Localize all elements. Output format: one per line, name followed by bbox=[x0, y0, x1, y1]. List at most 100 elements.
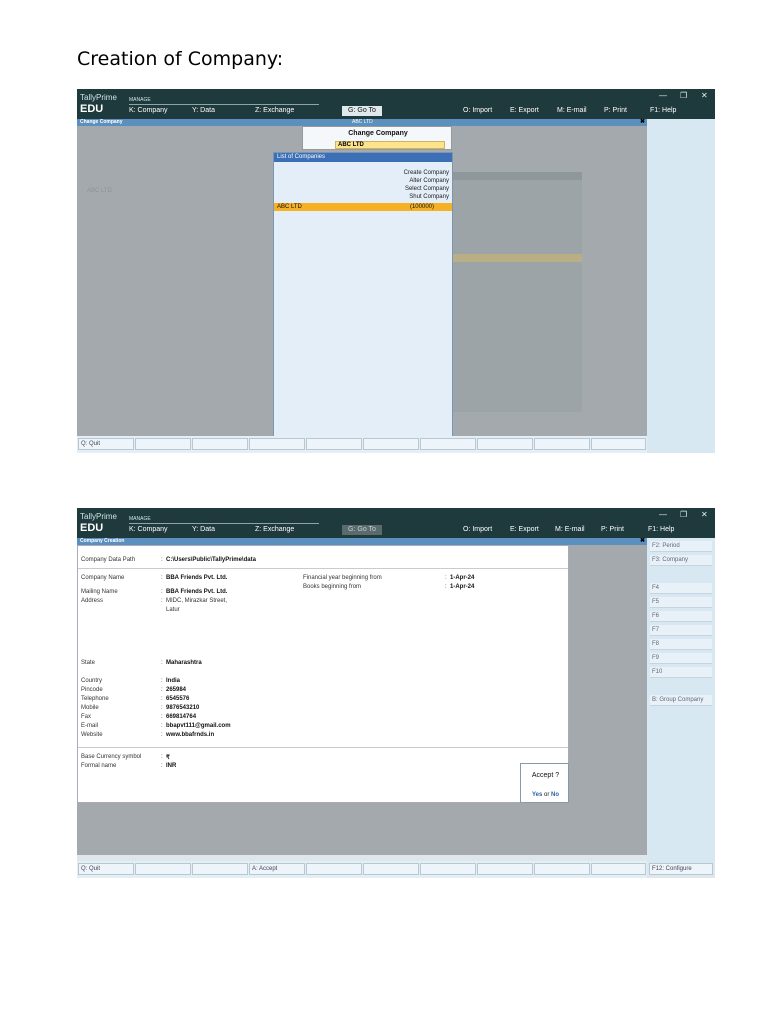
divider bbox=[129, 104, 319, 105]
quit-button[interactable]: Q: Quit bbox=[78, 438, 134, 450]
f6-button[interactable]: F6 bbox=[650, 611, 712, 622]
restore-icon[interactable]: ❐ bbox=[680, 91, 687, 100]
books-value[interactable]: 1-Apr-24 bbox=[450, 584, 474, 590]
colon: : bbox=[161, 763, 163, 769]
group-company-button[interactable]: B: Group Company bbox=[650, 695, 712, 706]
currency-symbol-label: Base Currency symbol bbox=[81, 754, 142, 760]
address-line-2[interactable]: Latur bbox=[166, 607, 180, 613]
fax-value[interactable]: 669814764 bbox=[166, 714, 196, 720]
goto-button[interactable]: G: Go To bbox=[342, 106, 382, 116]
menu-company[interactable]: K: Company bbox=[129, 526, 168, 533]
address-line-1[interactable]: MIDC, Mirazkar Street, bbox=[166, 598, 227, 604]
menu-company[interactable]: K: Company bbox=[129, 107, 168, 114]
shut-company-item[interactable]: Shut Company bbox=[409, 194, 449, 200]
blank-key bbox=[591, 438, 646, 450]
close-icon[interactable]: ✖ bbox=[640, 537, 645, 544]
country-value[interactable]: India bbox=[166, 678, 180, 684]
accept-button[interactable]: A: Accept bbox=[249, 863, 305, 875]
mailing-name-label: Mailing Name bbox=[81, 589, 118, 595]
colon: : bbox=[161, 696, 163, 702]
bottom-button-bar: Q: Quit bbox=[77, 436, 647, 453]
menu-export[interactable]: E: Export bbox=[510, 526, 539, 533]
menu-print[interactable]: P: Print bbox=[601, 526, 624, 533]
select-company-item[interactable]: Select Company bbox=[405, 186, 449, 192]
period-button[interactable]: F2: Period bbox=[650, 541, 712, 552]
blank-key bbox=[135, 438, 191, 450]
colon: : bbox=[161, 557, 163, 563]
mailing-name-value[interactable]: BBA Friends Pvt. Ltd. bbox=[166, 589, 227, 595]
app-edition: EDU bbox=[80, 103, 104, 115]
no-button[interactable]: No bbox=[551, 792, 559, 798]
state-value[interactable]: Maharashtra bbox=[166, 660, 202, 666]
change-company-screenshot: TallyPrime EDU MANAGE K: Company Y: Data… bbox=[77, 89, 715, 453]
menu-email[interactable]: M: E-mail bbox=[557, 107, 587, 114]
quit-button[interactable]: Q: Quit bbox=[78, 863, 134, 875]
list-of-companies: List of Companies Create Company Alter C… bbox=[273, 152, 453, 437]
f7-button[interactable]: F7 bbox=[650, 625, 712, 636]
menu-import[interactable]: O: Import bbox=[463, 107, 492, 114]
company-button[interactable]: F3: Company bbox=[650, 555, 712, 566]
configure-button[interactable]: F12: Configure bbox=[649, 863, 713, 875]
screen-name: Company Creation bbox=[80, 538, 125, 544]
f4-button[interactable]: F4 bbox=[650, 583, 712, 594]
f10-button[interactable]: F10 bbox=[650, 667, 712, 678]
menu-help[interactable]: F1: Help bbox=[650, 107, 676, 114]
close-window-icon[interactable]: ✕ bbox=[701, 510, 708, 519]
company-name: ABC LTD bbox=[277, 204, 302, 210]
company-name-value[interactable]: BBA Friends Pvt. Ltd. bbox=[166, 575, 227, 581]
goto-button[interactable]: G: Go To bbox=[342, 525, 382, 535]
menu-data[interactable]: Y: Data bbox=[192, 107, 215, 114]
colon: : bbox=[161, 723, 163, 729]
mobile-label: Mobile bbox=[81, 705, 99, 711]
menu-print[interactable]: P: Print bbox=[604, 107, 627, 114]
formal-name-value[interactable]: INR bbox=[166, 763, 176, 769]
pincode-value[interactable]: 265984 bbox=[166, 687, 186, 693]
gateway-panel-header-dim bbox=[452, 172, 582, 180]
restore-icon[interactable]: ❐ bbox=[680, 510, 687, 519]
email-value[interactable]: bbapvt111@gmail.com bbox=[166, 723, 231, 729]
yes-button[interactable]: Yes bbox=[532, 792, 542, 798]
menu-help[interactable]: F1: Help bbox=[648, 526, 674, 533]
data-path-value[interactable]: C:\Users\Public\TallyPrime\data bbox=[166, 557, 256, 563]
background-company-name: ABC LTD bbox=[87, 188, 112, 194]
colon: : bbox=[161, 678, 163, 684]
gateway-panel-dim bbox=[452, 172, 582, 412]
menu-import[interactable]: O: Import bbox=[463, 526, 492, 533]
country-label: Country bbox=[81, 678, 103, 684]
accept-question: Accept ? bbox=[531, 772, 560, 779]
currency-symbol-value[interactable]: ₹ bbox=[166, 754, 170, 761]
telephone-label: Telephone bbox=[81, 696, 109, 702]
telephone-value[interactable]: 6545576 bbox=[166, 696, 189, 702]
colon: : bbox=[161, 732, 163, 738]
create-company-item[interactable]: Create Company bbox=[404, 170, 449, 176]
blank-key bbox=[420, 438, 476, 450]
close-icon[interactable]: ✖ bbox=[640, 118, 645, 125]
minimize-icon[interactable]: — bbox=[659, 91, 667, 100]
menu-export[interactable]: E: Export bbox=[510, 107, 539, 114]
current-company: ABC LTD bbox=[352, 119, 373, 125]
menu-email[interactable]: M: E-mail bbox=[555, 526, 585, 533]
menu-exchange[interactable]: Z: Exchange bbox=[255, 526, 294, 533]
gateway-highlight-dim bbox=[452, 254, 582, 262]
website-value[interactable]: www.bbafrnds.in bbox=[166, 732, 214, 738]
list-title: List of Companies bbox=[274, 153, 452, 162]
f9-button[interactable]: F9 bbox=[650, 653, 712, 664]
blank-key bbox=[363, 438, 419, 450]
alter-company-item[interactable]: Alter Company bbox=[409, 178, 449, 184]
mobile-value[interactable]: 9876543210 bbox=[166, 705, 199, 711]
company-input[interactable]: ABC LTD bbox=[335, 141, 445, 149]
company-number: (100000) bbox=[409, 204, 434, 210]
colon: : bbox=[161, 589, 163, 595]
blank-key bbox=[306, 863, 362, 875]
bottom-button-bar: Q: Quit A: Accept bbox=[77, 861, 647, 878]
colon: : bbox=[161, 575, 163, 581]
f8-button[interactable]: F8 bbox=[650, 639, 712, 650]
close-window-icon[interactable]: ✕ bbox=[701, 91, 708, 100]
company-list-item-selected[interactable]: ABC LTD (100000) bbox=[274, 203, 452, 211]
f5-button[interactable]: F5 bbox=[650, 597, 712, 608]
minimize-icon[interactable]: — bbox=[659, 510, 667, 519]
menu-exchange[interactable]: Z: Exchange bbox=[255, 107, 294, 114]
separator bbox=[78, 747, 568, 748]
menu-data[interactable]: Y: Data bbox=[192, 526, 215, 533]
fy-value[interactable]: 1-Apr-24 bbox=[450, 575, 474, 581]
